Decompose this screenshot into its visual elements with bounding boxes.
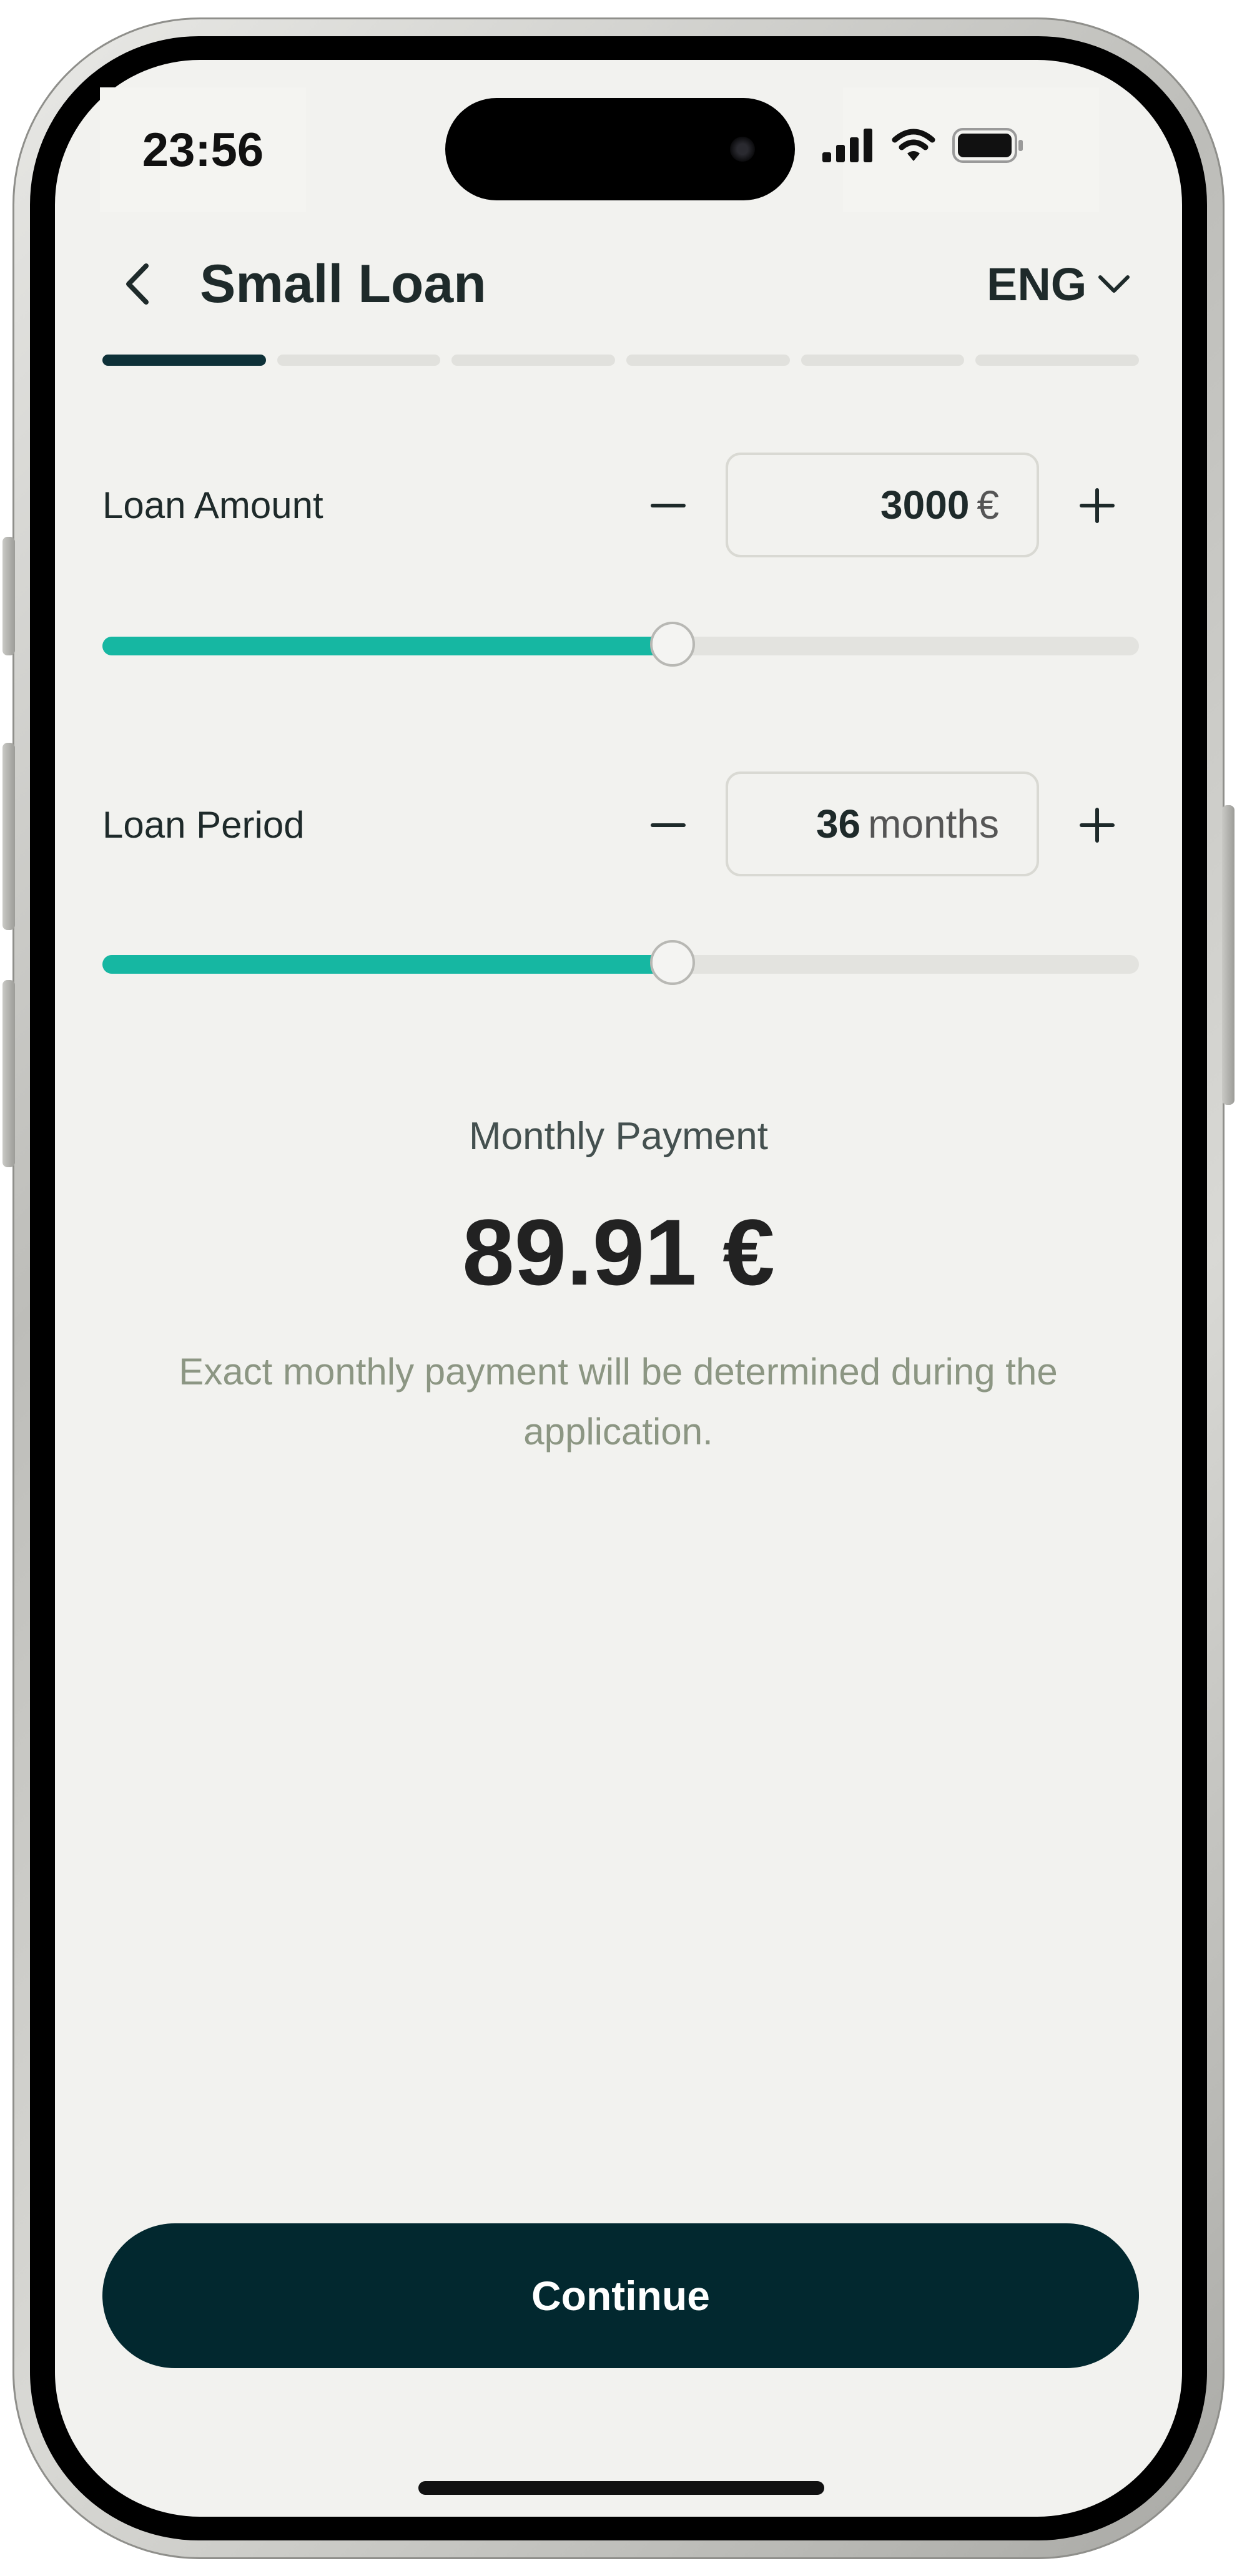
loan-amount-slider[interactable] — [102, 622, 1139, 667]
dynamic-island — [445, 98, 795, 200]
progress-step-1 — [102, 355, 266, 366]
loan-period-slider-thumb[interactable] — [650, 940, 695, 985]
monthly-payment-label: Monthly Payment — [469, 1115, 768, 1158]
home-indicator — [418, 2481, 824, 2495]
battery-icon — [952, 128, 1023, 163]
signal-icon — [822, 129, 872, 162]
chevron-down-icon — [1098, 275, 1130, 293]
loan-amount-value: 3000 — [880, 482, 970, 527]
loan-amount-input[interactable]: 3000 € — [726, 453, 1039, 557]
plus-icon — [1080, 488, 1115, 523]
progress-step-4 — [626, 355, 790, 366]
action-button — [2, 537, 15, 655]
minus-icon — [651, 823, 686, 827]
status-icons — [822, 128, 1025, 163]
progress-step-3 — [451, 355, 616, 366]
progress-step-2 — [277, 355, 441, 366]
progress-step-5 — [801, 355, 965, 366]
minus-icon — [651, 504, 686, 507]
status-time: 23:56 — [100, 87, 306, 212]
back-button[interactable] — [112, 253, 162, 315]
chevron-left-icon — [126, 263, 149, 305]
progress-step-6 — [975, 355, 1140, 366]
camera-lens — [730, 137, 755, 162]
loan-amount-label: Loan Amount — [102, 484, 323, 526]
page-title: Small Loan — [200, 254, 486, 314]
payment-disclaimer: Exact monthly payment will be determined… — [179, 1351, 1058, 1452]
loan-period-slider-fill — [102, 955, 673, 974]
power-button — [1222, 805, 1235, 1105]
loan-amount-unit: € — [977, 482, 999, 527]
loan-amount-decrease-button[interactable] — [649, 487, 687, 524]
loan-period-input[interactable]: 36 months — [726, 771, 1039, 876]
loan-period-slider[interactable] — [102, 940, 1139, 985]
volume-up-button — [2, 743, 15, 930]
language-selector[interactable]: ENG — [987, 250, 1130, 318]
step-progress — [102, 355, 1140, 366]
monthly-payment-value: 89.91 € — [462, 1200, 775, 1305]
loan-amount-slider-thumb[interactable] — [650, 622, 695, 667]
loan-amount-slider-fill — [102, 637, 673, 655]
loan-period-unit: months — [868, 801, 999, 846]
loan-period-increase-button[interactable] — [1078, 806, 1116, 844]
continue-button[interactable]: Continue — [102, 2223, 1139, 2368]
wifi-icon — [892, 129, 935, 161]
language-label: ENG — [987, 258, 1087, 310]
loan-period-decrease-button[interactable] — [649, 806, 687, 844]
loan-amount-increase-button[interactable] — [1078, 487, 1116, 524]
loan-period-value: 36 — [816, 801, 861, 846]
loan-period-label: Loan Period — [102, 804, 305, 846]
plus-icon — [1080, 808, 1115, 843]
